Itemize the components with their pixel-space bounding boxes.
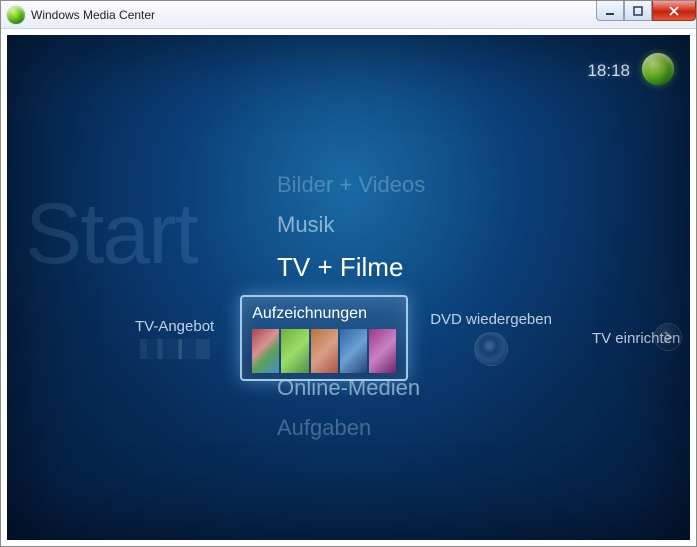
tile-dvd-play[interactable]: DVD wiedergeben — [430, 311, 552, 366]
tile-tv-guide[interactable]: TV-Angebot — [135, 318, 214, 359]
maximize-icon — [633, 6, 643, 16]
recordings-thumbstrip-icon — [252, 329, 396, 373]
menu-item-tasks[interactable]: Aufgaben — [277, 408, 425, 448]
tv-guide-thumb-icon — [140, 339, 210, 359]
tile-label: Aufzeichnungen — [252, 305, 396, 323]
media-center-logo-icon[interactable] — [642, 53, 674, 85]
disc-icon — [474, 332, 508, 366]
media-center-surface: 18:18 Start Bilder + Videos Musik TV + F… — [7, 35, 690, 540]
maximize-button[interactable] — [624, 1, 652, 21]
close-button[interactable] — [652, 1, 696, 21]
minimize-button[interactable] — [596, 1, 624, 21]
minimize-icon — [605, 6, 615, 16]
tile-label: DVD wiedergeben — [430, 311, 552, 328]
menu-item-music[interactable]: Musik — [277, 205, 425, 245]
scroll-right-button[interactable] — [654, 323, 682, 351]
menu-item-pictures-videos[interactable]: Bilder + Videos — [277, 165, 425, 205]
chevron-right-icon — [663, 331, 673, 343]
close-icon — [668, 6, 680, 16]
menu-item-tv-movies[interactable]: TV + Filme — [277, 245, 425, 290]
app-icon — [7, 6, 25, 24]
app-window: Windows Media Center 18:18 Start Bilder … — [0, 0, 697, 547]
tile-recordings[interactable]: Aufzeichnungen — [240, 295, 408, 381]
window-title: Windows Media Center — [31, 8, 155, 22]
client-area: 18:18 Start Bilder + Videos Musik TV + F… — [1, 29, 696, 546]
clock: 18:18 — [587, 61, 630, 81]
titlebar[interactable]: Windows Media Center — [1, 1, 696, 29]
horizontal-row: TV-Angebot Aufzeichnungen DVD wiedergebe… — [7, 293, 690, 383]
start-watermark: Start — [25, 185, 197, 284]
window-controls — [596, 1, 696, 21]
tile-label: TV-Angebot — [135, 318, 214, 335]
